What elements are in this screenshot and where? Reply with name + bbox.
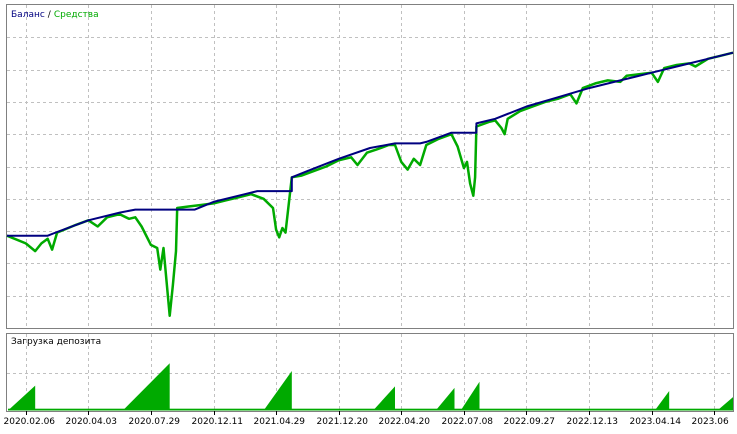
chart-window: Баланс / Средства Загрузка депозита 2020…	[0, 0, 737, 430]
x-tick-label: 2021.12.20	[317, 417, 369, 427]
x-tick-label: 2020.04.03	[66, 417, 118, 427]
deposit-baseline	[8, 408, 732, 411]
x-tick-label: 2023.04.14	[630, 417, 682, 427]
x-tick-label: 2022.07.08	[442, 417, 494, 427]
x-tick-label: 2022.12.13	[567, 417, 619, 427]
chart-canvas: Баланс / Средства Загрузка депозита 2020…	[4, 4, 734, 427]
x-tick-label: 2022.04.20	[379, 417, 431, 427]
legend-equity-label: Средства	[54, 10, 99, 20]
x-tick-label: 2021.04.29	[254, 417, 306, 427]
deposit-panel-title: Загрузка депозита	[11, 337, 101, 347]
x-tick-label: 2023.06	[692, 417, 729, 427]
deposit-panel-frame	[6, 333, 734, 412]
legend-balance-label: Баланс	[11, 10, 45, 20]
x-tick-label: 2022.09.27	[504, 417, 556, 427]
main-panel-frame	[6, 4, 734, 329]
x-axis: 2020.02.06 2020.04.03 2020.07.29 2020.12.11…	[4, 411, 729, 427]
x-tick-label: 2020.12.11	[192, 417, 244, 427]
x-tick-label: 2020.07.29	[129, 417, 181, 427]
x-tick-label: 2020.02.06	[4, 417, 56, 427]
